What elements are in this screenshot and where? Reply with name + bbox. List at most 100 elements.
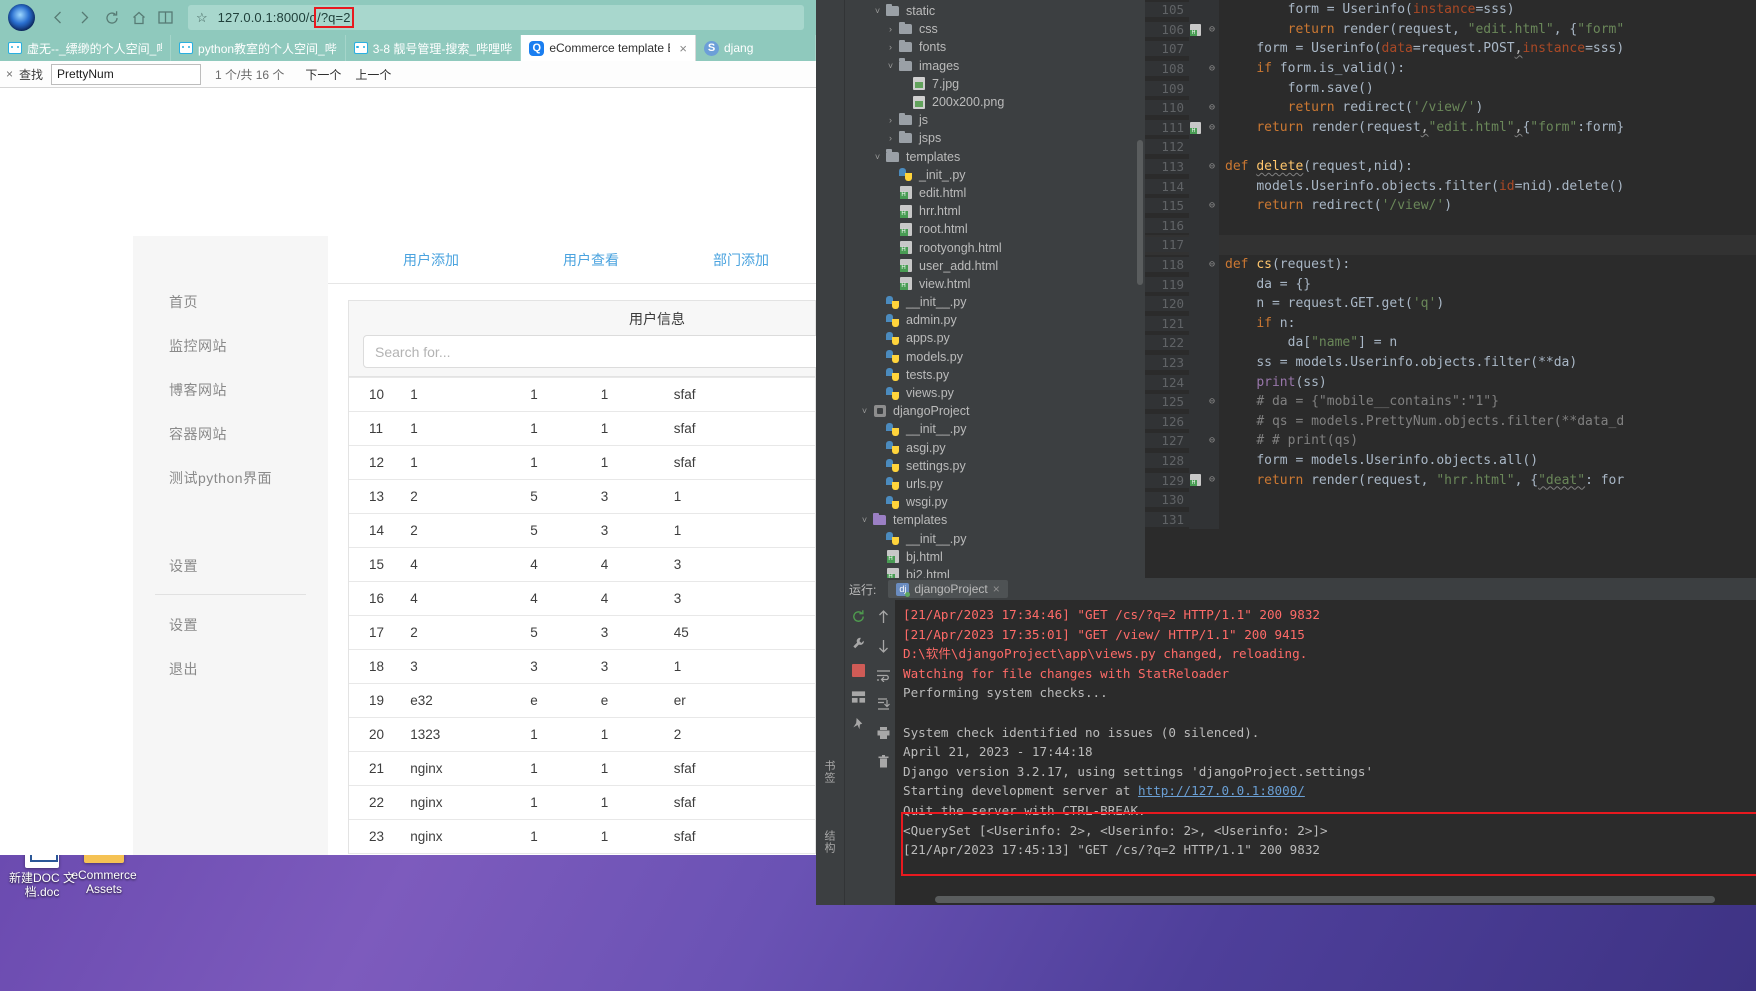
tree-item[interactable]: › jsps	[845, 129, 1135, 147]
code-line[interactable]: 115 ⊖ return redirect('/view/')	[1145, 195, 1756, 216]
nav-link-dept-add[interactable]: 部门添加	[713, 252, 769, 268]
find-close-icon[interactable]: ×	[0, 67, 19, 81]
sidebar-item-settings[interactable]: 设置	[133, 544, 328, 588]
back-icon[interactable]	[44, 4, 71, 31]
tab-bilibili-3[interactable]: 3-8 靓号管理-搜索_哔哩哔哩_bi	[346, 35, 522, 61]
reload-icon[interactable]	[98, 4, 125, 31]
run-tab-djangoproject[interactable]: dj djangoProject ×	[888, 580, 1008, 598]
tree-item[interactable]: ˅ images	[845, 57, 1135, 75]
tree-item[interactable]: admin.py	[845, 311, 1135, 329]
forward-icon[interactable]	[71, 4, 98, 31]
wrench-settings-icon[interactable]	[850, 635, 866, 651]
chevron-icon[interactable]: ›	[884, 115, 897, 125]
tab-django[interactable]: S djang	[696, 35, 816, 61]
tree-item[interactable]: __init__.py	[845, 529, 1135, 547]
tab-bilibili-2[interactable]: python教室的个人空间_哔哩哔	[171, 35, 346, 61]
code-line[interactable]: 126 # qs = models.PrettyNum.objects.filt…	[1145, 411, 1756, 432]
code-line[interactable]: 117	[1145, 235, 1756, 255]
rail-label-bookmarks[interactable]: 书签	[821, 760, 837, 784]
find-input[interactable]: PrettyNum	[51, 63, 202, 85]
chevron-icon[interactable]: ›	[884, 24, 897, 34]
fold-toggle-icon[interactable]: ⊖	[1205, 117, 1219, 138]
code-line[interactable]: 106 ⊖ return render(request, "edit.html",…	[1145, 19, 1756, 40]
code-line[interactable]: 113 ⊖ def delete(request,nid):	[1145, 156, 1756, 177]
fold-toggle-icon[interactable]: ⊖	[1205, 195, 1219, 216]
tree-item[interactable]: settings.py	[845, 457, 1135, 475]
tree-item[interactable]: edit.html	[845, 184, 1135, 202]
tree-item[interactable]: hrr.html	[845, 202, 1135, 220]
tree-item[interactable]: asgi.py	[845, 439, 1135, 457]
code-line[interactable]: 108 ⊖ if form.is_valid():	[1145, 58, 1756, 79]
chevron-icon[interactable]: ›	[884, 133, 897, 143]
pin-icon[interactable]	[850, 716, 866, 732]
sidebar-item-container[interactable]: 容器网站	[133, 412, 328, 456]
tree-item[interactable]: ˅ djangoProject	[845, 402, 1135, 420]
stop-icon[interactable]	[850, 662, 866, 678]
scroll-down-icon[interactable]	[875, 638, 891, 654]
soft-wrap-icon[interactable]	[875, 667, 891, 683]
tree-item[interactable]: apps.py	[845, 329, 1135, 347]
tree-item[interactable]: views.py	[845, 384, 1135, 402]
code-line[interactable]: 119 da = {}	[1145, 274, 1756, 294]
bookmark-star-icon[interactable]: ☆	[196, 10, 208, 26]
tree-item[interactable]: rootyongh.html	[845, 238, 1135, 256]
address-bar[interactable]: ☆ 127.0.0.1:8000/c/?q=2	[188, 5, 804, 30]
editor-scroll-thumb[interactable]	[1137, 140, 1143, 285]
chevron-icon[interactable]: ˅	[884, 61, 897, 71]
find-prev-button[interactable]: 上一个	[348, 66, 398, 83]
scroll-to-end-icon[interactable]	[875, 696, 891, 712]
bookmarks-book-icon[interactable]	[152, 4, 179, 31]
editor-scroll-track[interactable]	[1135, 0, 1145, 578]
code-line[interactable]: 127 ⊖ # # print(qs)	[1145, 431, 1756, 451]
code-line[interactable]: 107 form = Userinfo(data=request.POST,in…	[1145, 39, 1756, 59]
tree-item[interactable]: tests.py	[845, 366, 1135, 384]
code-line[interactable]: 118 ⊖ def cs(request):	[1145, 254, 1756, 275]
scroll-up-icon[interactable]	[875, 609, 891, 625]
print-icon[interactable]	[875, 725, 891, 741]
code-line[interactable]: 122 da["name"] = n	[1145, 333, 1756, 353]
tree-item[interactable]: bj2.html	[845, 566, 1135, 578]
run-console[interactable]: [21/Apr/2023 17:34:46] "GET /cs/?q=2 HTT…	[895, 600, 1756, 905]
sidebar-item-home[interactable]: 首页	[133, 280, 328, 324]
tree-item[interactable]: view.html	[845, 275, 1135, 293]
tab-bilibili-1[interactable]: 虚无--_缥缈的个人空间_哔哩哔	[0, 35, 172, 61]
sidebar-item-monitor[interactable]: 监控网站	[133, 324, 328, 368]
fold-toggle-icon[interactable]: ⊖	[1205, 254, 1219, 275]
code-line[interactable]: 121 if n:	[1145, 313, 1756, 334]
code-line[interactable]: 110 ⊖ return redirect('/view/')	[1145, 97, 1756, 118]
fold-toggle-icon[interactable]: ⊖	[1205, 97, 1219, 118]
code-line[interactable]: 111 ⊖ return render(request,"edit.html",{…	[1145, 117, 1756, 138]
html-gutter-marker-icon[interactable]	[1189, 19, 1205, 40]
tab-ecommerce-template[interactable]: Q eCommerce template By Ad ×	[521, 35, 696, 61]
tree-item[interactable]: › css	[845, 20, 1135, 38]
fold-toggle-icon[interactable]: ⊖	[1205, 19, 1219, 40]
code-line[interactable]: 114 models.Userinfo.objects.filter(id=ni…	[1145, 176, 1756, 196]
code-line[interactable]: 109 form.save()	[1145, 78, 1756, 98]
tree-item[interactable]: __init__.py	[845, 293, 1135, 311]
chevron-icon[interactable]: ˅	[871, 6, 884, 16]
tree-item[interactable]: __init__.py	[845, 420, 1135, 438]
tree-item[interactable]: _init_.py	[845, 166, 1135, 184]
fold-toggle-icon[interactable]: ⊖	[1205, 431, 1219, 451]
tree-item[interactable]: 200x200.png	[845, 93, 1135, 111]
sidebar-item-logout[interactable]: 退出	[133, 647, 328, 691]
tree-item[interactable]: ˅ templates	[845, 148, 1135, 166]
close-icon[interactable]: ×	[679, 41, 687, 56]
chevron-icon[interactable]: ˅	[858, 515, 871, 525]
fold-toggle-icon[interactable]: ⊖	[1205, 391, 1219, 412]
code-line[interactable]: 130	[1145, 489, 1756, 510]
sidebar-item-blog[interactable]: 博客网站	[133, 368, 328, 412]
tree-item[interactable]: models.py	[845, 348, 1135, 366]
tree-item[interactable]: wsgi.py	[845, 493, 1135, 511]
nav-link-user-add[interactable]: 用户添加	[403, 252, 459, 268]
tree-item[interactable]: root.html	[845, 220, 1135, 238]
console-horizontal-scrollbar[interactable]	[935, 896, 1715, 903]
html-gutter-marker-icon[interactable]	[1189, 470, 1205, 490]
tree-item[interactable]: › js	[845, 111, 1135, 129]
html-gutter-marker-icon[interactable]	[1189, 117, 1205, 138]
tree-item[interactable]: 7.jpg	[845, 75, 1135, 93]
tree-item[interactable]: › fonts	[845, 38, 1135, 56]
code-line[interactable]: 125 ⊖ # da = {"mobile__contains":"1"}	[1145, 391, 1756, 412]
code-line[interactable]: 129 ⊖ return render(request, "hrr.html", …	[1145, 470, 1756, 490]
code-line[interactable]: 131	[1145, 509, 1756, 530]
